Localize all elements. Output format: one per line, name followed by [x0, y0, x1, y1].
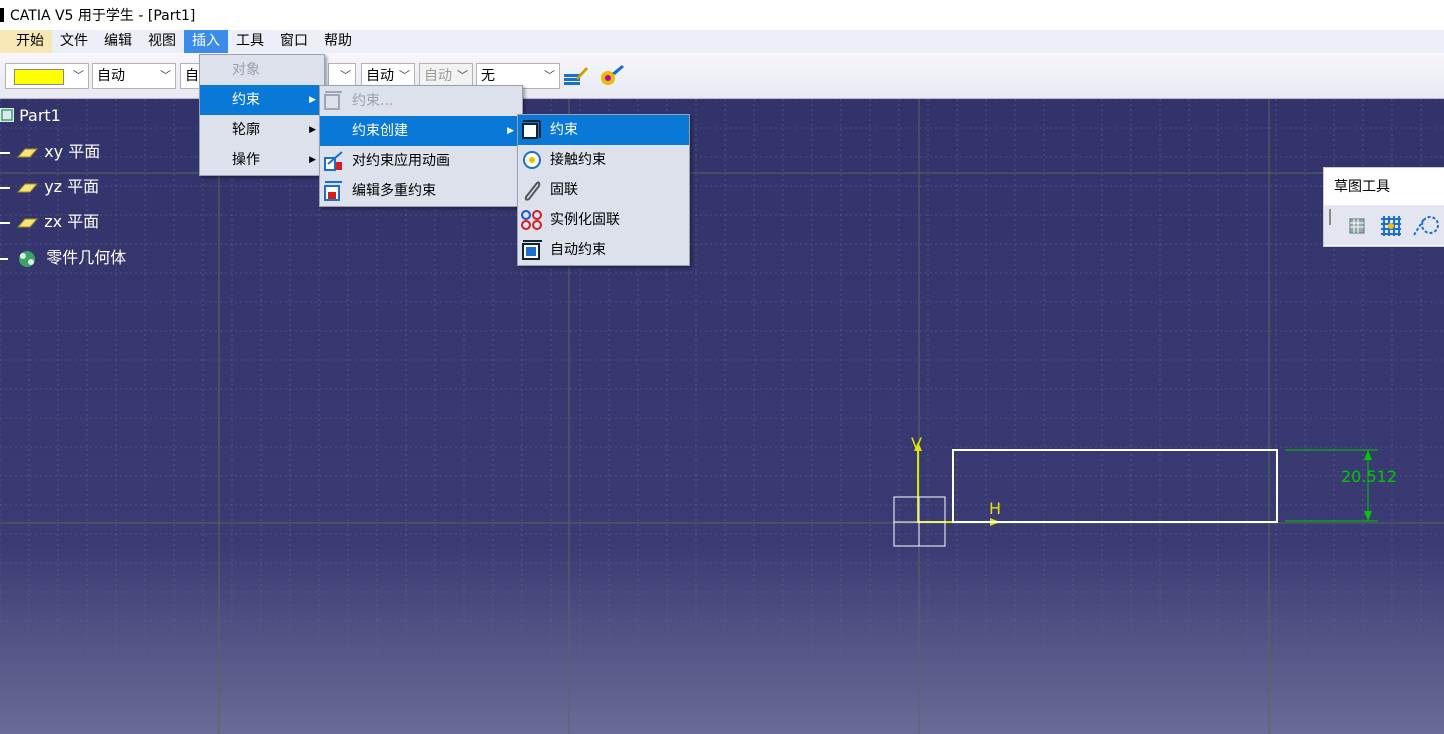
- line-weight-value: 自: [185, 68, 199, 84]
- sketch-rectangle[interactable]: [952, 449, 1278, 523]
- constraint-submenu: 约束... 约束创建 ▶ 对约束应用动画 编辑多重约束: [319, 85, 523, 207]
- plane-icon: [16, 148, 39, 157]
- menu-item-edit-multi-constraint[interactable]: 编辑多重约束: [320, 176, 522, 206]
- dimension-arrow-bottom: [1364, 511, 1372, 521]
- part-icon: [0, 108, 14, 122]
- tree-node-zx[interactable]: zx 平面: [0, 210, 99, 234]
- menu-item-animate-constraint[interactable]: 对约束应用动画: [320, 146, 522, 176]
- title-bar: CATIA V5 用于学生 - [Part1]: [0, 0, 1444, 30]
- window-title: CATIA V5 用于学生 - [Part1]: [10, 8, 196, 24]
- menu-item-constraint-dialog[interactable]: 约束...: [320, 86, 522, 116]
- tree-node-label: yz 平面: [44, 177, 100, 196]
- menu-view[interactable]: 视图: [140, 30, 184, 53]
- sketch-geometry: H V 20.512: [893, 434, 1397, 547]
- menu-item-constraint-creation[interactable]: 约束创建 ▶: [320, 116, 522, 146]
- menu-start[interactable]: 开始: [0, 30, 52, 53]
- submenu-arrow-icon: ▶: [309, 95, 316, 105]
- menu-tools[interactable]: 工具: [228, 30, 272, 53]
- constraint-icon: [324, 91, 342, 110]
- grid-icon[interactable]: [1378, 213, 1404, 237]
- plane-icon: [16, 183, 39, 192]
- menu-insert[interactable]: 插入: [184, 30, 228, 53]
- line-type-combo[interactable]: 自动 ﹀: [92, 63, 176, 89]
- tree-branch-line: [0, 151, 10, 154]
- insert-menu: 对象 约束 ▶ 轮廓 ▶ 操作 ▶: [199, 54, 325, 176]
- menu-item-fix-together[interactable]: 固联: [518, 175, 689, 205]
- tree-node-yz[interactable]: yz 平面: [0, 175, 99, 199]
- menu-item-operation[interactable]: 操作 ▶: [200, 145, 324, 175]
- sketch-tools-bar: [1324, 205, 1444, 245]
- plane-icon: [16, 218, 39, 227]
- part-body-icon: [19, 250, 36, 267]
- menu-bar: 开始 文件 编辑 视图 插入 工具 窗口 帮助: [0, 30, 1444, 53]
- graphic-properties-icon[interactable]: [598, 64, 624, 88]
- tree-node-label: xy 平面: [44, 142, 101, 161]
- submenu-arrow-icon: ▶: [507, 126, 514, 136]
- toolbar-handle-icon[interactable]: [1328, 209, 1332, 225]
- color-swatch: [14, 69, 64, 85]
- menu-item-contact-constraint[interactable]: 接触约束: [518, 145, 689, 175]
- tree-branch-line: [0, 186, 10, 189]
- tree-root-part1[interactable]: Part1: [0, 104, 61, 128]
- dimension-value[interactable]: 20.512: [1341, 467, 1397, 486]
- menu-item-object[interactable]: 对象: [200, 55, 324, 85]
- contact-constraint-icon: [523, 151, 541, 169]
- submenu-arrow-icon: ▶: [309, 125, 316, 135]
- menu-item-auto-constraint[interactable]: 自动约束: [518, 235, 689, 265]
- color-combo[interactable]: ﹀: [5, 63, 89, 89]
- line-type-value: 自动: [97, 68, 125, 84]
- tree-branch-line: [0, 257, 8, 260]
- menu-item-instantiate-fix[interactable]: 实例化固联: [518, 205, 689, 235]
- point-type-value: 自动: [366, 68, 394, 84]
- layer-value: 无: [481, 68, 495, 84]
- menu-item-create-constraint[interactable]: 约束: [518, 115, 689, 145]
- constraint-icon: [522, 120, 541, 139]
- tree-node-label: zx 平面: [44, 212, 100, 231]
- instantiate-fix-icon: [521, 210, 542, 230]
- fix-together-icon: [524, 181, 541, 201]
- chevron-down-icon: ﹀: [160, 69, 171, 82]
- dimension-arrow-top: [1364, 450, 1372, 460]
- 3d-viewport[interactable]: H V 20.512: [0, 99, 1444, 734]
- tree-root-label: Part1: [19, 106, 61, 125]
- catia-app-icon: [0, 8, 4, 22]
- menu-window[interactable]: 窗口: [272, 30, 316, 53]
- submenu-arrow-icon: ▶: [309, 155, 316, 165]
- menu-item-profile[interactable]: 轮廓 ▶: [200, 115, 324, 145]
- animate-constraint-icon: [324, 151, 343, 171]
- chevron-down-icon: ﹀: [73, 69, 84, 82]
- tree-node-label: 零件几何体: [46, 248, 127, 267]
- constraint-creation-submenu: 约束 接触约束 固联 实例化固联 自动约束: [517, 114, 690, 266]
- menu-item-constraint[interactable]: 约束 ▶: [200, 85, 324, 115]
- grid-snap-icon[interactable]: [1344, 213, 1368, 237]
- tree-node-xy[interactable]: xy 平面: [0, 140, 100, 164]
- chevron-down-icon: ﹀: [544, 69, 555, 82]
- tree-branch-line: [0, 221, 10, 224]
- painter-icon[interactable]: [562, 64, 588, 88]
- edit-multi-constraint-icon: [324, 181, 342, 201]
- menu-edit[interactable]: 编辑: [96, 30, 140, 53]
- sketch-tools-panel: 草图工具: [1323, 167, 1444, 247]
- sketch-tools-title: 草图工具: [1334, 179, 1390, 195]
- h-axis-label: H: [989, 499, 1001, 518]
- tree-node-body[interactable]: 零件几何体: [0, 246, 126, 270]
- construction-element-icon[interactable]: [1412, 213, 1442, 237]
- transparency-value: 自动: [424, 68, 452, 84]
- menu-file[interactable]: 文件: [52, 30, 96, 53]
- menu-help[interactable]: 帮助: [316, 30, 360, 53]
- auto-constraint-icon: [522, 240, 542, 260]
- v-axis-label: V: [911, 434, 922, 453]
